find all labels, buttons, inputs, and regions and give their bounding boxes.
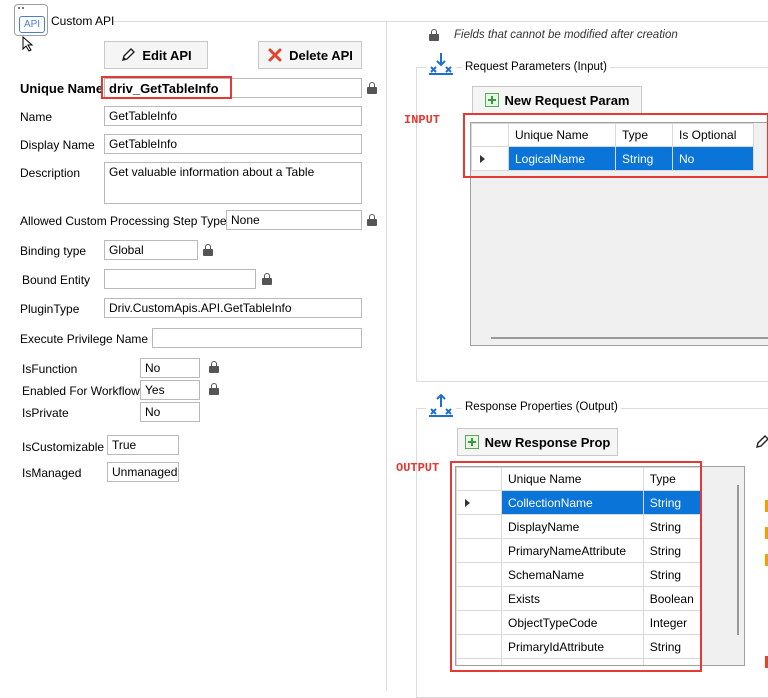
header-divider	[114, 21, 768, 22]
is-customizable-field[interactable]: True	[107, 435, 179, 455]
name-field[interactable]: GetTableInfo	[104, 106, 362, 126]
input-tag: INPUT	[404, 113, 441, 127]
new-response-prop-button[interactable]: New Response Prop	[457, 428, 618, 456]
exec-priv-field[interactable]	[152, 328, 362, 348]
plugin-type-field[interactable]: Driv.CustomApis.API.GetTableInfo	[104, 298, 362, 318]
lock-icon	[367, 214, 377, 226]
new-request-param-button[interactable]: New Request Param	[472, 86, 642, 114]
is-private-label: IsPrivate	[22, 406, 69, 420]
is-customizable-label: IsCustomizable	[22, 440, 105, 454]
edit-api-button[interactable]: Edit API	[104, 41, 208, 69]
description-field[interactable]: Get valuable information about a Table	[104, 162, 362, 204]
unique-name-label: Unique Name	[20, 81, 104, 96]
lock-icon	[209, 361, 219, 373]
pencil-icon	[122, 48, 136, 61]
bound-entity-label: Bound Entity	[22, 273, 91, 287]
description-label: Description	[20, 166, 81, 180]
is-managed-label: IsManaged	[22, 466, 82, 480]
lock-icon	[367, 82, 377, 94]
request-params-icon	[426, 52, 456, 79]
output-highlight	[450, 461, 702, 672]
right-panel-divider	[386, 22, 387, 691]
lock-icon	[203, 244, 213, 256]
input-highlight	[463, 113, 768, 178]
page-title: Custom API	[51, 14, 115, 28]
vertical-scrollbar[interactable]	[737, 485, 739, 635]
display-name-label: Display Name	[20, 138, 95, 152]
binding-type-label: Binding type	[20, 244, 87, 258]
allowed-step-field[interactable]: None	[226, 210, 362, 230]
lock-icon	[209, 383, 219, 395]
bound-entity-field[interactable]	[104, 269, 256, 289]
is-function-label: IsFunction	[22, 362, 78, 376]
plus-icon	[464, 435, 479, 449]
output-tag: OUTPUT	[396, 461, 440, 475]
plus-icon	[484, 93, 499, 107]
pencil-icon[interactable]	[754, 434, 768, 453]
is-function-field[interactable]: No	[140, 358, 200, 378]
request-group-title: Request Parameters (Input)	[462, 61, 610, 73]
lock-icon	[262, 273, 272, 285]
plugin-type-label: PluginType	[20, 302, 80, 316]
cursor-icon	[22, 35, 34, 55]
delete-api-button[interactable]: Delete API	[258, 41, 362, 69]
response-group-title: Response Properties (Output)	[462, 401, 621, 413]
delete-x-icon	[268, 48, 282, 62]
enabled-wf-field[interactable]: Yes	[140, 380, 200, 400]
horizontal-scrollbar[interactable]	[491, 337, 768, 339]
enabled-wf-label: Enabled For Workflow	[22, 384, 140, 398]
unique-name-highlight	[101, 76, 232, 99]
binding-type-field[interactable]: Global	[104, 240, 198, 260]
immutable-note: Fields that cannot be modified after cre…	[454, 29, 678, 41]
is-managed-field[interactable]: Unmanaged	[107, 462, 179, 482]
response-props-icon	[426, 393, 456, 421]
display-name-field[interactable]: GetTableInfo	[104, 134, 362, 154]
allowed-step-label: Allowed Custom Processing Step Type	[20, 214, 227, 228]
exec-priv-label: Execute Privilege Name	[20, 332, 149, 346]
lock-icon	[429, 29, 439, 41]
name-label: Name	[20, 110, 53, 124]
is-private-field[interactable]: No	[140, 402, 200, 422]
app-icon: API	[14, 4, 48, 36]
